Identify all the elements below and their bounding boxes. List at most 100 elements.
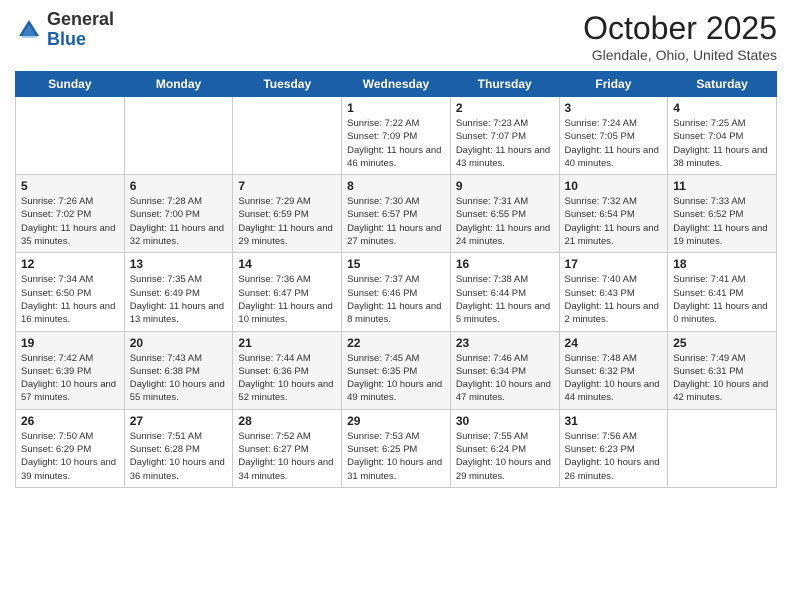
table-row: 8 Sunrise: 7:30 AMSunset: 6:57 PMDaylight…	[342, 175, 451, 253]
day-number: 1	[347, 101, 445, 115]
table-row: 24 Sunrise: 7:48 AMSunset: 6:32 PMDayligh…	[559, 331, 668, 409]
day-number: 11	[673, 179, 771, 193]
day-info: Sunrise: 7:29 AMSunset: 6:59 PMDaylight:…	[238, 195, 336, 248]
table-row: 16 Sunrise: 7:38 AMSunset: 6:44 PMDayligh…	[450, 253, 559, 331]
day-number: 17	[565, 257, 663, 271]
day-number: 8	[347, 179, 445, 193]
day-info: Sunrise: 7:46 AMSunset: 6:34 PMDaylight:…	[456, 352, 554, 405]
table-row: 6 Sunrise: 7:28 AMSunset: 7:00 PMDaylight…	[124, 175, 233, 253]
day-info: Sunrise: 7:37 AMSunset: 6:46 PMDaylight:…	[347, 273, 445, 326]
page: General Blue October 2025 Glendale, Ohio…	[0, 0, 792, 612]
day-number: 16	[456, 257, 554, 271]
day-number: 24	[565, 336, 663, 350]
day-info: Sunrise: 7:36 AMSunset: 6:47 PMDaylight:…	[238, 273, 336, 326]
logo-general: General	[47, 9, 114, 29]
day-info: Sunrise: 7:56 AMSunset: 6:23 PMDaylight:…	[565, 430, 663, 483]
day-info: Sunrise: 7:28 AMSunset: 7:00 PMDaylight:…	[130, 195, 228, 248]
day-number: 7	[238, 179, 336, 193]
day-number: 10	[565, 179, 663, 193]
day-info: Sunrise: 7:49 AMSunset: 6:31 PMDaylight:…	[673, 352, 771, 405]
col-saturday: Saturday	[668, 72, 777, 97]
month-title: October 2025	[583, 10, 777, 47]
table-row: 18 Sunrise: 7:41 AMSunset: 6:41 PMDayligh…	[668, 253, 777, 331]
title-area: October 2025 Glendale, Ohio, United Stat…	[583, 10, 777, 63]
calendar: Sunday Monday Tuesday Wednesday Thursday…	[15, 71, 777, 488]
day-number: 19	[21, 336, 119, 350]
day-info: Sunrise: 7:55 AMSunset: 6:24 PMDaylight:…	[456, 430, 554, 483]
day-info: Sunrise: 7:32 AMSunset: 6:54 PMDaylight:…	[565, 195, 663, 248]
table-row: 15 Sunrise: 7:37 AMSunset: 6:46 PMDayligh…	[342, 253, 451, 331]
day-number: 27	[130, 414, 228, 428]
day-number: 23	[456, 336, 554, 350]
day-info: Sunrise: 7:33 AMSunset: 6:52 PMDaylight:…	[673, 195, 771, 248]
day-number: 13	[130, 257, 228, 271]
day-number: 25	[673, 336, 771, 350]
table-row: 10 Sunrise: 7:32 AMSunset: 6:54 PMDayligh…	[559, 175, 668, 253]
day-info: Sunrise: 7:53 AMSunset: 6:25 PMDaylight:…	[347, 430, 445, 483]
day-info: Sunrise: 7:50 AMSunset: 6:29 PMDaylight:…	[21, 430, 119, 483]
day-number: 18	[673, 257, 771, 271]
day-number: 22	[347, 336, 445, 350]
day-info: Sunrise: 7:35 AMSunset: 6:49 PMDaylight:…	[130, 273, 228, 326]
day-number: 15	[347, 257, 445, 271]
day-info: Sunrise: 7:34 AMSunset: 6:50 PMDaylight:…	[21, 273, 119, 326]
table-row: 14 Sunrise: 7:36 AMSunset: 6:47 PMDayligh…	[233, 253, 342, 331]
day-info: Sunrise: 7:26 AMSunset: 7:02 PMDaylight:…	[21, 195, 119, 248]
table-row: 2Sunrise: 7:23 AMSunset: 7:07 PMDaylight…	[450, 97, 559, 175]
col-monday: Monday	[124, 72, 233, 97]
day-info: Sunrise: 7:38 AMSunset: 6:44 PMDaylight:…	[456, 273, 554, 326]
table-row: 13 Sunrise: 7:35 AMSunset: 6:49 PMDayligh…	[124, 253, 233, 331]
calendar-week-row: 5Sunrise: 7:26 AMSunset: 7:02 PMDaylight…	[16, 175, 777, 253]
col-friday: Friday	[559, 72, 668, 97]
table-row	[124, 97, 233, 175]
day-number: 21	[238, 336, 336, 350]
day-info: Sunrise: 7:41 AMSunset: 6:41 PMDaylight:…	[673, 273, 771, 326]
header: General Blue October 2025 Glendale, Ohio…	[15, 10, 777, 63]
table-row: 4Sunrise: 7:25 AMSunset: 7:04 PMDaylight…	[668, 97, 777, 175]
day-number: 28	[238, 414, 336, 428]
col-tuesday: Tuesday	[233, 72, 342, 97]
day-info: Sunrise: 7:42 AMSunset: 6:39 PMDaylight:…	[21, 352, 119, 405]
day-info: Sunrise: 7:51 AMSunset: 6:28 PMDaylight:…	[130, 430, 228, 483]
calendar-week-row: 19 Sunrise: 7:42 AMSunset: 6:39 PMDayligh…	[16, 331, 777, 409]
day-number: 4	[673, 101, 771, 115]
day-info: Sunrise: 7:48 AMSunset: 6:32 PMDaylight:…	[565, 352, 663, 405]
day-info: Sunrise: 7:22 AMSunset: 7:09 PMDaylight:…	[347, 117, 445, 170]
col-wednesday: Wednesday	[342, 72, 451, 97]
logo-icon	[15, 16, 43, 44]
table-row: 1 Sunrise: 7:22 AMSunset: 7:09 PMDaylight…	[342, 97, 451, 175]
logo-text: General Blue	[47, 10, 114, 50]
day-number: 14	[238, 257, 336, 271]
table-row: 23 Sunrise: 7:46 AMSunset: 6:34 PMDayligh…	[450, 331, 559, 409]
table-row: 25 Sunrise: 7:49 AMSunset: 6:31 PMDayligh…	[668, 331, 777, 409]
day-number: 9	[456, 179, 554, 193]
logo-blue: Blue	[47, 29, 86, 49]
table-row: 19 Sunrise: 7:42 AMSunset: 6:39 PMDayligh…	[16, 331, 125, 409]
logo: General Blue	[15, 10, 114, 50]
table-row: 11 Sunrise: 7:33 AMSunset: 6:52 PMDayligh…	[668, 175, 777, 253]
day-info: Sunrise: 7:40 AMSunset: 6:43 PMDaylight:…	[565, 273, 663, 326]
table-row: 21Sunrise: 7:44 AMSunset: 6:36 PMDayligh…	[233, 331, 342, 409]
table-row: 9 Sunrise: 7:31 AMSunset: 6:55 PMDaylight…	[450, 175, 559, 253]
table-row: 31Sunrise: 7:56 AMSunset: 6:23 PMDayligh…	[559, 409, 668, 487]
day-info: Sunrise: 7:52 AMSunset: 6:27 PMDaylight:…	[238, 430, 336, 483]
calendar-week-row: 26Sunrise: 7:50 AMSunset: 6:29 PMDayligh…	[16, 409, 777, 487]
table-row: 5Sunrise: 7:26 AMSunset: 7:02 PMDaylight…	[16, 175, 125, 253]
calendar-header-row: Sunday Monday Tuesday Wednesday Thursday…	[16, 72, 777, 97]
day-info: Sunrise: 7:24 AMSunset: 7:05 PMDaylight:…	[565, 117, 663, 170]
day-info: Sunrise: 7:45 AMSunset: 6:35 PMDaylight:…	[347, 352, 445, 405]
table-row: 28 Sunrise: 7:52 AMSunset: 6:27 PMDayligh…	[233, 409, 342, 487]
table-row	[233, 97, 342, 175]
calendar-week-row: 1 Sunrise: 7:22 AMSunset: 7:09 PMDaylight…	[16, 97, 777, 175]
table-row: 12Sunrise: 7:34 AMSunset: 6:50 PMDayligh…	[16, 253, 125, 331]
table-row: 30 Sunrise: 7:55 AMSunset: 6:24 PMDayligh…	[450, 409, 559, 487]
table-row	[16, 97, 125, 175]
table-row: 7 Sunrise: 7:29 AMSunset: 6:59 PMDaylight…	[233, 175, 342, 253]
day-number: 2	[456, 101, 554, 115]
day-info: Sunrise: 7:31 AMSunset: 6:55 PMDaylight:…	[456, 195, 554, 248]
day-number: 30	[456, 414, 554, 428]
day-info: Sunrise: 7:30 AMSunset: 6:57 PMDaylight:…	[347, 195, 445, 248]
table-row: 26Sunrise: 7:50 AMSunset: 6:29 PMDayligh…	[16, 409, 125, 487]
day-number: 20	[130, 336, 228, 350]
day-number: 6	[130, 179, 228, 193]
